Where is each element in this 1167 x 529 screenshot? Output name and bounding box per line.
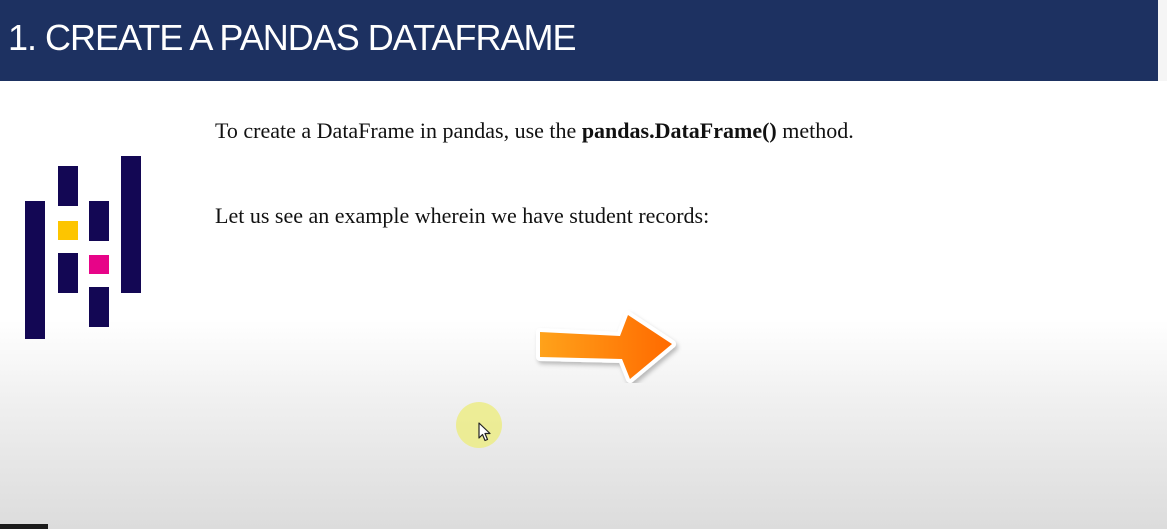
logo-pink-square xyxy=(89,255,109,274)
title-bar-edge xyxy=(1158,0,1167,81)
video-progress-corner xyxy=(0,524,48,529)
logo-bar xyxy=(89,287,109,327)
pandas-logo-icon xyxy=(0,0,160,360)
right-arrow-icon xyxy=(536,311,676,383)
mouse-pointer-icon xyxy=(478,422,491,442)
logo-bar xyxy=(58,253,78,293)
intro-text-before: To create a DataFrame in pandas, use the xyxy=(215,118,582,143)
logo-yellow-square xyxy=(58,221,78,240)
cursor-highlight xyxy=(456,402,502,448)
logo-bar xyxy=(89,201,109,241)
logo-bar xyxy=(121,156,141,293)
logo-bar xyxy=(58,166,78,206)
logo-bar xyxy=(25,201,45,339)
presentation-slide: 1. CREATE A PANDAS DATAFRAME To create a… xyxy=(0,0,1167,529)
method-name: pandas.DataFrame() xyxy=(581,118,777,143)
intro-text-after: method. xyxy=(776,118,854,143)
intro-paragraph: To create a DataFrame in pandas, use the… xyxy=(215,117,854,145)
example-paragraph: Let us see an example wherein we have st… xyxy=(215,203,710,228)
title-bar: 1. CREATE A PANDAS DATAFRAME xyxy=(0,0,1167,81)
